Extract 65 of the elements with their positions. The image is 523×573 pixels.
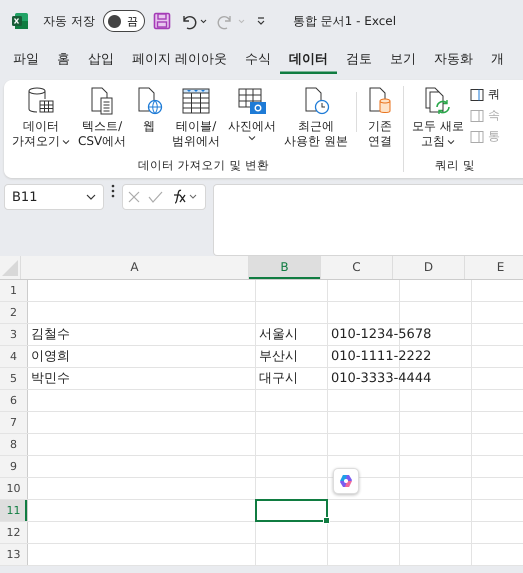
table-camera-icon — [237, 86, 268, 116]
row-header[interactable]: 5 — [0, 368, 28, 389]
ribbon-tab[interactable]: 홈 — [48, 44, 79, 74]
window-title: 통합 문서1 - Excel — [292, 12, 396, 30]
more-options-icon[interactable] — [111, 184, 115, 198]
ribbon-small-button[interactable]: 쿼 — [468, 86, 502, 103]
autosave-label: 자동 저장 — [43, 12, 95, 30]
autosave-toggle[interactable]: 끔 — [102, 10, 145, 32]
cell-text: 이영희 — [31, 349, 70, 364]
excel-logo-icon — [11, 12, 29, 30]
ribbon-tab[interactable]: 자동화 — [425, 44, 482, 74]
cell-text: 박민수 — [31, 371, 70, 386]
cell-text: 010-3333-4444 — [331, 371, 432, 386]
hexagon-logo-icon — [339, 474, 353, 488]
cell-text: 대구시 — [259, 371, 298, 386]
row-header[interactable]: 6 — [0, 390, 28, 411]
cell-text: 010-1111-2222 — [331, 349, 432, 364]
copilot-button[interactable] — [333, 468, 359, 494]
row-header[interactable]: 11 — [0, 500, 28, 521]
row-header[interactable]: 13 — [0, 544, 28, 565]
cell-text: 010-1234-5678 — [331, 327, 432, 342]
active-cell[interactable] — [255, 499, 328, 522]
panel-icon — [470, 130, 484, 144]
ribbon-tab[interactable]: 파일 — [4, 44, 48, 74]
ribbon-tab[interactable]: 검토 — [337, 44, 382, 74]
ribbon-button[interactable]: 데이터 가져오기 — [8, 86, 74, 149]
ribbon-button[interactable]: 웹 — [130, 86, 168, 134]
cell-text: 서울시 — [259, 327, 298, 342]
formula-input[interactable] — [213, 184, 523, 256]
name-box[interactable]: B11 — [4, 184, 104, 210]
column-header[interactable]: D — [393, 256, 465, 279]
ribbon-tab[interactable]: 데이터 — [280, 44, 338, 74]
column-header[interactable]: C — [321, 256, 393, 279]
ribbon-tab[interactable]: 삽입 — [79, 44, 123, 74]
enter-check-icon[interactable] — [147, 190, 163, 204]
row-header[interactable]: 1 — [0, 280, 28, 301]
cell-text: 김철수 — [31, 327, 70, 342]
save-icon[interactable] — [152, 12, 171, 30]
ribbon-button[interactable]: 텍스트/ CSV에서 — [74, 86, 130, 149]
ribbon-button[interactable]: 사진에서 — [224, 86, 280, 142]
row-header[interactable]: 3 — [0, 324, 28, 345]
ribbon-tab[interactable]: 보기 — [381, 44, 426, 74]
row-header[interactable]: 7 — [0, 412, 28, 433]
row-header[interactable]: 12 — [0, 522, 28, 543]
row-header[interactable]: 2 — [0, 302, 28, 323]
ribbon-tab[interactable]: 수식 — [236, 44, 280, 74]
column-header[interactable]: B — [249, 256, 321, 279]
panel-icon — [470, 88, 484, 102]
row-header[interactable]: 8 — [0, 434, 28, 455]
refresh-files-icon — [422, 86, 453, 116]
ribbon-group-label: 데이터 가져오기 및 변환 — [138, 158, 269, 173]
ribbon-group-label: 쿼리 및 — [435, 158, 475, 173]
ribbon-tab[interactable]: 개 — [482, 44, 514, 74]
cell-text: 부산시 — [259, 349, 298, 364]
ribbon-button[interactable]: 테이블/ 범위에서 — [168, 86, 224, 149]
ribbon-button[interactable]: 기존 연결 — [361, 86, 400, 149]
ribbon-tab[interactable]: 페이지 레이아웃 — [123, 44, 236, 74]
customize-caret-icon[interactable] — [254, 15, 267, 27]
ribbon-button[interactable]: 모두 새로 고침 — [408, 86, 468, 149]
row-header[interactable]: 10 — [0, 478, 28, 499]
row-header[interactable]: 4 — [0, 346, 28, 367]
column-header[interactable]: E — [465, 256, 523, 279]
panel-icon — [470, 108, 484, 122]
ribbon-button[interactable]: 최근에 사용한 원본 — [280, 86, 352, 149]
row-header[interactable]: 9 — [0, 456, 28, 477]
